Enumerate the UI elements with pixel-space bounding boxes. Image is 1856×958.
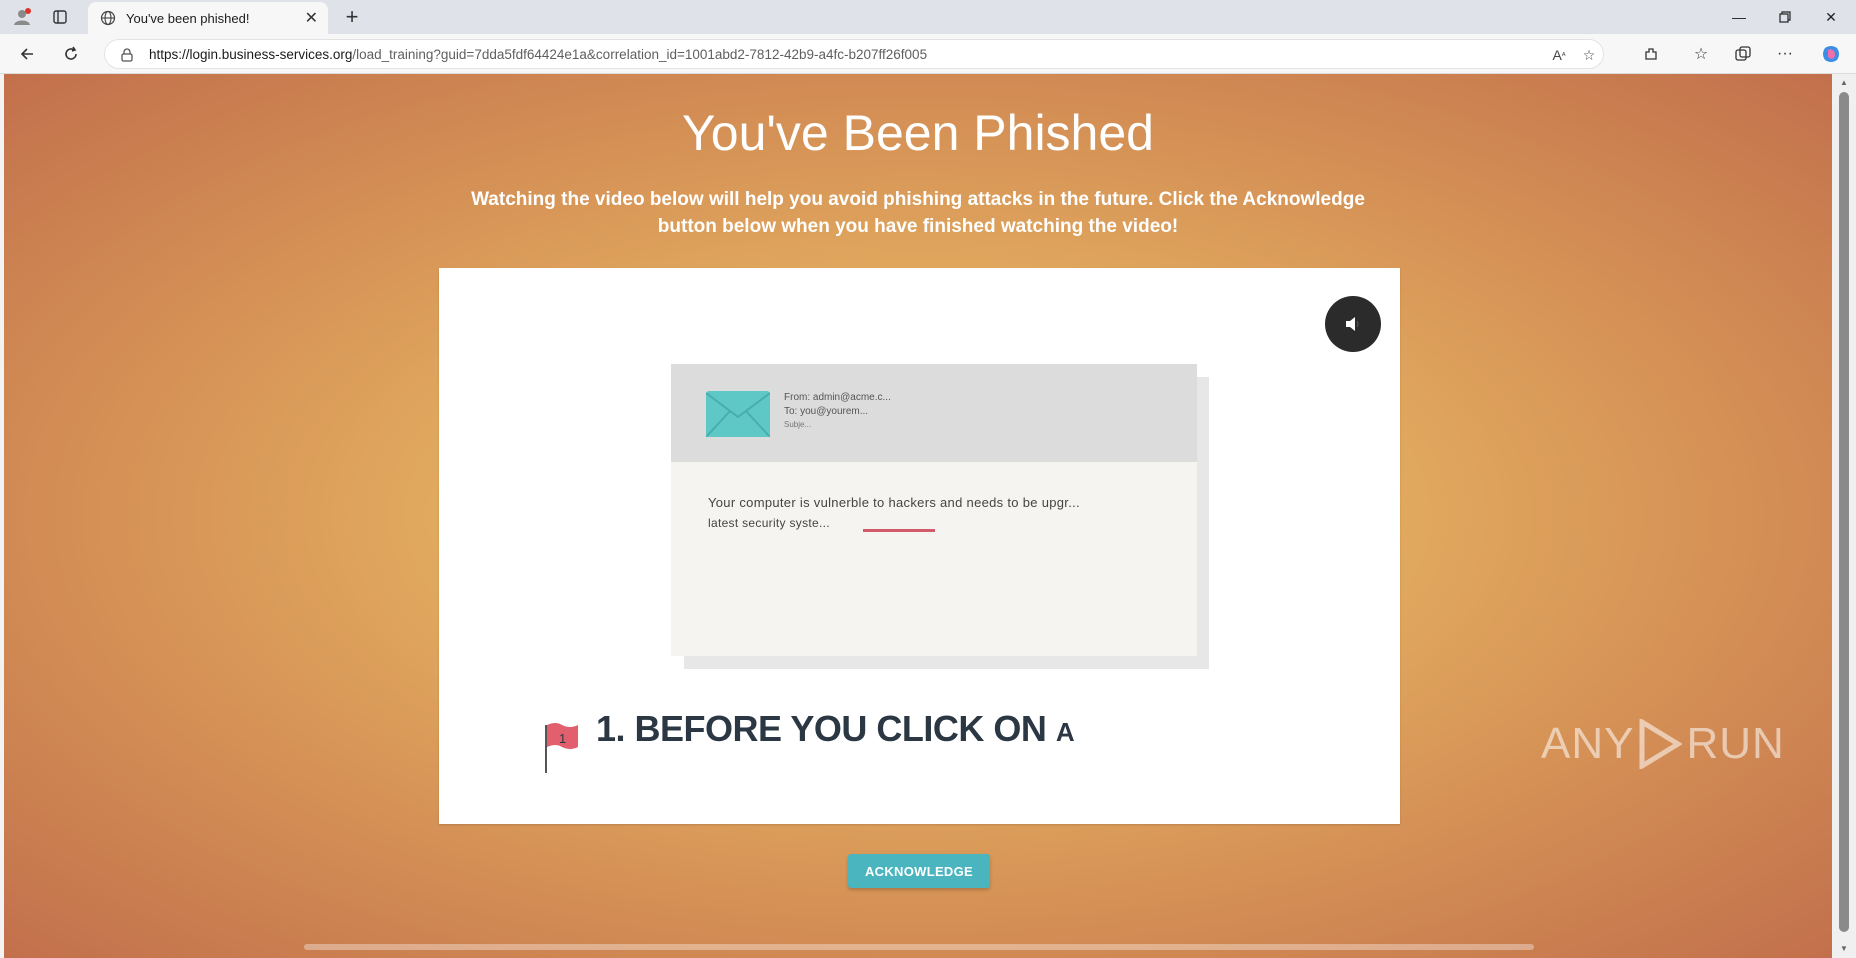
close-window-icon[interactable]: ✕ [1808, 0, 1854, 34]
collections-icon[interactable] [1728, 40, 1758, 68]
video-heading: 1. BEFORE YOU CLICK ON A [596, 708, 1075, 749]
active-tab[interactable]: You've been phished! ✕ [88, 2, 328, 34]
globe-icon [100, 10, 116, 26]
copilot-icon[interactable] [1816, 40, 1846, 68]
anyrun-watermark: ANY RUN [1541, 714, 1785, 774]
site-info-icon[interactable] [119, 47, 135, 63]
restore-icon[interactable] [1762, 0, 1808, 34]
envelope-icon [706, 391, 770, 437]
page-subtitle: Watching the video below will help you a… [454, 186, 1382, 240]
tab-bar: You've been phished! ✕ + — ✕ [0, 0, 1856, 34]
subtitle-line-1: Watching the video below will help you a… [471, 189, 1365, 210]
scroll-up-icon[interactable]: ▲ [1838, 78, 1850, 88]
scrollbar-thumb[interactable] [1839, 92, 1849, 932]
minimize-icon[interactable]: — [1716, 0, 1762, 34]
watermark-left: ANY [1541, 719, 1635, 768]
scroll-down-icon[interactable]: ▼ [1838, 944, 1850, 954]
read-aloud-icon[interactable]: Aᴬ [1549, 46, 1569, 64]
tab-title: You've been phished! [126, 10, 250, 26]
email-body-line-2: latest security syste... [708, 516, 830, 530]
tab-actions-icon[interactable] [46, 4, 74, 30]
subtitle-line-2: button below when you have finished watc… [657, 216, 1179, 237]
email-subject: Subje... [784, 420, 812, 429]
reload-icon[interactable] [56, 40, 86, 68]
speaker-icon [1346, 317, 1359, 331]
back-icon[interactable] [12, 40, 42, 68]
email-header: From: admin@acme.c... To: you@yourem... … [671, 364, 1197, 462]
favorites-icon[interactable]: ☆ [1686, 40, 1716, 68]
profile-icon[interactable] [8, 4, 36, 30]
mute-button[interactable] [1325, 296, 1381, 352]
page-viewport: You've Been Phished Watching the video b… [4, 74, 1832, 958]
favorite-star-icon[interactable]: ☆ [1579, 46, 1599, 64]
page-title: You've Been Phished [682, 105, 1154, 161]
svg-text:1: 1 [559, 731, 566, 746]
training-video-player[interactable]: From: admin@acme.c... To: you@yourem... … [439, 268, 1400, 824]
red-flag-icon: 1 [545, 723, 578, 773]
email-illustration: From: admin@acme.c... To: you@yourem... … [671, 364, 1197, 656]
email-from: From: admin@acme.c... [784, 392, 891, 403]
extensions-icon[interactable] [1636, 40, 1666, 68]
more-options-icon[interactable]: ··· [1770, 40, 1800, 68]
highlight-underline [863, 529, 935, 532]
vertical-scrollbar[interactable]: ▲ ▼ [1832, 74, 1856, 958]
watermark-right: RUN [1686, 719, 1785, 768]
close-tab-icon[interactable]: ✕ [305, 8, 318, 28]
play-logo-icon [1639, 719, 1683, 769]
email-body-line-1: Your computer is vulnerble to hackers an… [708, 495, 1080, 510]
email-to: To: you@yourem... [784, 406, 869, 417]
acknowledge-button[interactable]: ACKNOWLEDGE [848, 854, 990, 888]
address-toolbar: https://login.business-services.org/load… [0, 34, 1856, 74]
new-tab-button[interactable]: + [338, 4, 366, 30]
footer-text-cutoff [304, 944, 1534, 950]
url-bar[interactable]: https://login.business-services.org/load… [104, 39, 1604, 69]
url-text: https://login.business-services.org/load… [149, 47, 928, 62]
